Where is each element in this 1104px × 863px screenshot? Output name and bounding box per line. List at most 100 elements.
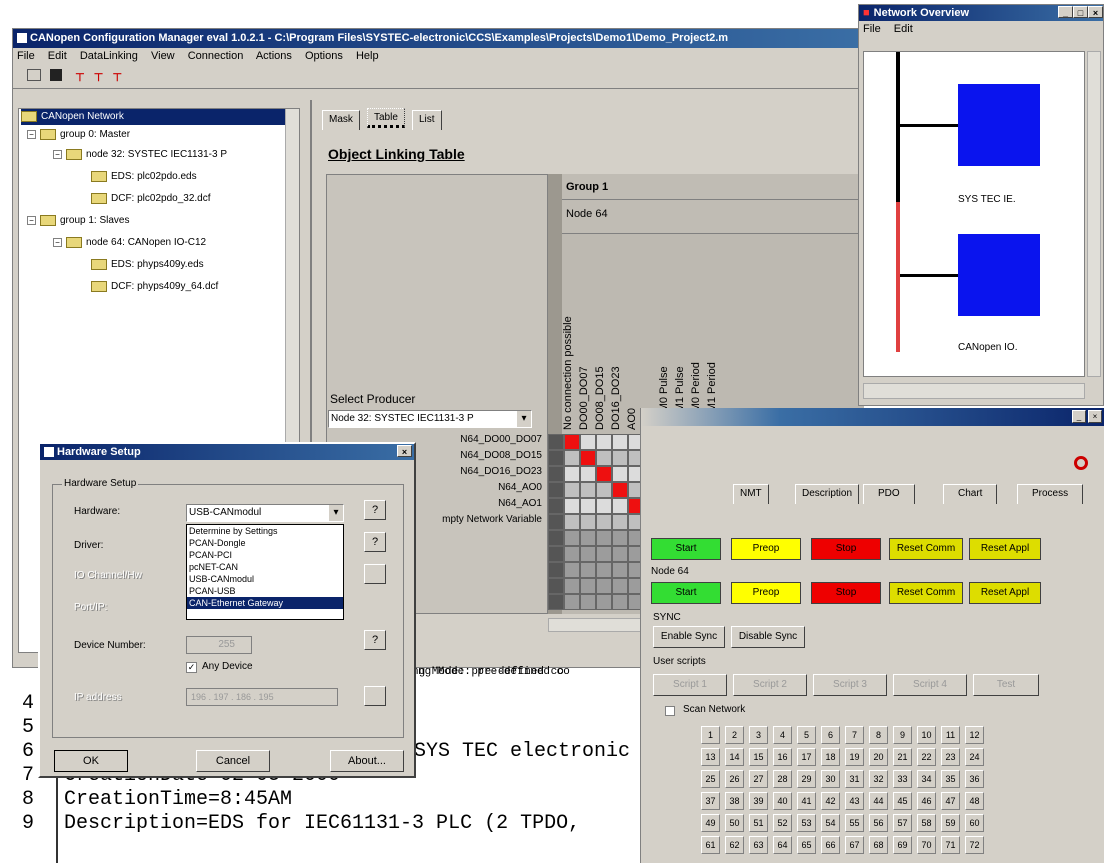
link-cell[interactable] — [548, 530, 564, 546]
node-number-cell[interactable]: 40 — [773, 792, 792, 810]
node-number-cell[interactable]: 32 — [869, 770, 888, 788]
link-icon[interactable]: ⊤ — [94, 72, 104, 84]
hardware-help-button[interactable]: ? — [364, 500, 386, 520]
node-number-cell[interactable]: 4 — [773, 726, 792, 744]
node-number-cell[interactable]: 64 — [773, 836, 792, 854]
node-number-cell[interactable]: 8 — [869, 726, 888, 744]
link-cell[interactable] — [548, 546, 564, 562]
node-number-cell[interactable]: 52 — [773, 814, 792, 832]
device-number-input[interactable]: 255 — [186, 636, 252, 654]
link-cell[interactable] — [548, 594, 564, 610]
node-number-cell[interactable]: 67 — [845, 836, 864, 854]
node-number-cell[interactable]: 5 — [797, 726, 816, 744]
node-number-cell[interactable]: 30 — [821, 770, 840, 788]
hw-option-pcan-usb[interactable]: PCAN-USB — [187, 585, 343, 597]
node-number-cell[interactable]: 29 — [797, 770, 816, 788]
node-number-cell[interactable]: 54 — [821, 814, 840, 832]
node-number-cell[interactable]: 43 — [845, 792, 864, 810]
hw-option-pcan-pci[interactable]: PCAN-PCI — [187, 549, 343, 561]
menu-view[interactable]: View — [151, 50, 175, 62]
node-number-cell[interactable]: 21 — [893, 748, 912, 766]
tree-dcf-64[interactable]: DCF: phyps409y_64.dcf — [91, 279, 218, 295]
tab-mask[interactable]: Mask — [322, 110, 360, 130]
link-cell[interactable] — [596, 498, 612, 514]
link-cell[interactable] — [580, 514, 596, 530]
collapse-icon[interactable]: − — [53, 237, 62, 247]
node-number-cell[interactable]: 38 — [725, 792, 744, 810]
node-number-cell[interactable]: 41 — [797, 792, 816, 810]
node-number-cell[interactable]: 56 — [869, 814, 888, 832]
node-number-cell[interactable]: 9 — [893, 726, 912, 744]
node-number-cell[interactable]: 35 — [941, 770, 960, 788]
node-number-cell[interactable]: 7 — [845, 726, 864, 744]
link-cell[interactable] — [548, 450, 564, 466]
link-cell[interactable] — [612, 546, 628, 562]
stop-icon[interactable] — [1074, 456, 1088, 470]
tree-group-slaves[interactable]: − group 1: Slaves — [27, 213, 130, 229]
link-cell[interactable] — [580, 546, 596, 562]
link-cell[interactable] — [564, 498, 580, 514]
link-cell[interactable] — [612, 434, 628, 450]
reset-comm-button[interactable]: Reset Comm — [889, 582, 963, 604]
link-cell[interactable] — [612, 562, 628, 578]
menu-file[interactable]: File — [17, 50, 35, 62]
ip-input[interactable]: 196 . 197 . 186 . 195 — [186, 688, 338, 706]
link-cell[interactable] — [596, 562, 612, 578]
hw-option-pcan-dongle[interactable]: PCAN-Dongle — [187, 537, 343, 549]
ok-button[interactable]: OK — [54, 750, 128, 772]
collapse-icon[interactable]: − — [53, 149, 62, 159]
node-box-1[interactable] — [958, 84, 1040, 166]
link-cell[interactable] — [596, 482, 612, 498]
minimize-button[interactable]: _ — [1072, 410, 1086, 423]
link-cell[interactable] — [564, 594, 580, 610]
reset-comm-button-all[interactable]: Reset Comm — [889, 538, 963, 560]
node-number-cell[interactable]: 44 — [869, 792, 888, 810]
link-cell[interactable] — [564, 466, 580, 482]
collapse-icon[interactable]: − — [27, 129, 36, 139]
link-cell[interactable] — [564, 530, 580, 546]
tree-eds-64[interactable]: EDS: phyps409y.eds — [91, 257, 204, 273]
node-number-cell[interactable]: 65 — [797, 836, 816, 854]
node-number-cell[interactable]: 63 — [749, 836, 768, 854]
menu-options[interactable]: Options — [305, 50, 343, 62]
node-number-cell[interactable]: 18 — [821, 748, 840, 766]
link-cell[interactable] — [596, 514, 612, 530]
link-cell[interactable] — [612, 514, 628, 530]
link-cell[interactable] — [564, 562, 580, 578]
node-number-cell[interactable]: 53 — [797, 814, 816, 832]
node-number-cell[interactable]: 72 — [965, 836, 984, 854]
menu-help[interactable]: Help — [356, 50, 379, 62]
tab-nmt[interactable]: NMT — [733, 484, 769, 504]
tree-root[interactable]: CANopen Network — [21, 109, 285, 125]
menu-edit[interactable]: Edit — [894, 23, 913, 35]
link-cell[interactable] — [596, 434, 612, 450]
start-button[interactable]: Start — [651, 582, 721, 604]
link-cell[interactable] — [580, 450, 596, 466]
close-button[interactable]: × — [1088, 410, 1102, 423]
link-cell[interactable] — [564, 578, 580, 594]
stop-button[interactable]: Stop — [811, 582, 881, 604]
tree-dcf-32[interactable]: DCF: plc02pdo_32.dcf — [91, 191, 211, 207]
node-number-cell[interactable]: 12 — [965, 726, 984, 744]
node-number-cell[interactable]: 50 — [725, 814, 744, 832]
chevron-down-icon[interactable]: ▾ — [329, 505, 343, 521]
link-cell[interactable] — [580, 482, 596, 498]
node-number-cell[interactable]: 17 — [797, 748, 816, 766]
node-number-cell[interactable]: 10 — [917, 726, 936, 744]
node-number-cell[interactable]: 14 — [725, 748, 744, 766]
reset-appl-button-all[interactable]: Reset Appl — [969, 538, 1041, 560]
link-cell[interactable] — [548, 498, 564, 514]
chevron-down-icon[interactable]: ▾ — [517, 411, 531, 427]
menu-datalinking[interactable]: DataLinking — [80, 50, 138, 62]
link-cell[interactable] — [548, 434, 564, 450]
reset-appl-button[interactable]: Reset Appl — [969, 582, 1041, 604]
link-cell[interactable] — [612, 594, 628, 610]
link-cell[interactable] — [580, 594, 596, 610]
node-number-cell[interactable]: 58 — [917, 814, 936, 832]
tab-table[interactable]: Table — [367, 108, 405, 128]
node-number-cell[interactable]: 59 — [941, 814, 960, 832]
node-number-cell[interactable]: 42 — [821, 792, 840, 810]
node-number-cell[interactable]: 24 — [965, 748, 984, 766]
script-3-button[interactable]: Script 3 — [813, 674, 887, 696]
stop-button-all[interactable]: Stop — [811, 538, 881, 560]
